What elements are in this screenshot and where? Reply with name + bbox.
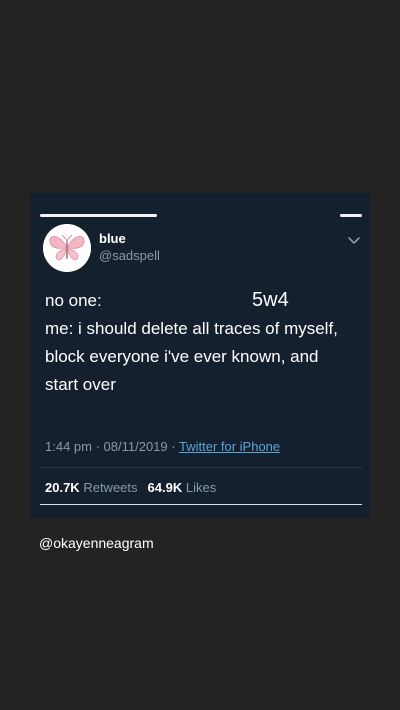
- divider: [40, 467, 362, 468]
- tweet-text-line: block everyone i've ever known, and: [45, 347, 319, 366]
- tweet-meta: 1:44 pm · 08/11/2019 · Twitter for iPhon…: [45, 439, 280, 454]
- display-name[interactable]: blue: [99, 231, 126, 246]
- retweets-label: Retweets: [83, 480, 138, 495]
- tweet-date: 08/11/2019: [103, 439, 168, 454]
- likes-count: 64.9K: [147, 480, 183, 495]
- likes-label: Likes: [185, 480, 217, 495]
- meta-separator: ·: [167, 439, 179, 454]
- retweets-count: 20.7K: [45, 480, 80, 495]
- story-progress-bar: [40, 214, 157, 217]
- likes-stat[interactable]: 64.9K Likes: [148, 480, 217, 495]
- tweet-text-line: no one:: [45, 291, 102, 310]
- tweet-text-line: start over: [45, 375, 116, 394]
- tweet-screenshot: blue @sadspell no one: me: i should dele…: [30, 193, 370, 518]
- retweets-stat[interactable]: 20.7K Retweets: [45, 480, 138, 495]
- avatar[interactable]: [43, 224, 91, 272]
- tweet-text-line: me: i should delete all traces of myself…: [45, 319, 338, 338]
- tweet-source-link[interactable]: Twitter for iPhone: [179, 439, 280, 454]
- overlay-label: 5w4: [252, 289, 289, 311]
- butterfly-icon: [43, 224, 91, 272]
- meta-separator: ·: [91, 439, 104, 454]
- chevron-down-icon[interactable]: [346, 233, 362, 249]
- divider: [40, 504, 362, 505]
- tweet-text: no one: me: i should delete all traces o…: [45, 287, 365, 399]
- tweet-time: 1:44 pm: [45, 439, 92, 454]
- story-progress-bar-end: [340, 214, 362, 217]
- story-caption[interactable]: @okayenneagram: [39, 535, 154, 551]
- user-handle[interactable]: @sadspell: [99, 248, 160, 263]
- tweet-stats: 20.7K Retweets 64.9K Likes: [45, 480, 216, 495]
- story-canvas: blue @sadspell no one: me: i should dele…: [0, 0, 400, 710]
